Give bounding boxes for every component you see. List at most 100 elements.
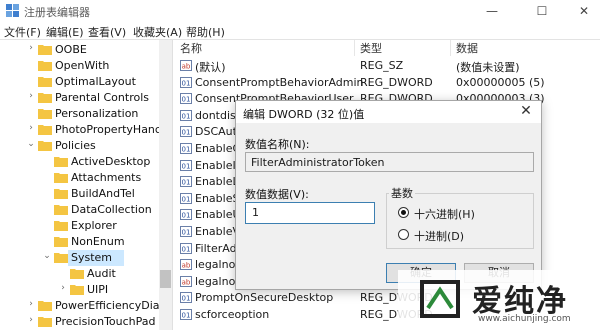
- tree-item-label: PowerEfficiencyDiag: [55, 299, 167, 312]
- string-value-icon: ab: [180, 60, 192, 71]
- tree-item[interactable]: Attachments: [0, 170, 160, 186]
- svg-text:ab: ab: [182, 262, 191, 270]
- string-value-icon: ab: [180, 275, 192, 287]
- value-name-field: FilterAdministratorToken: [245, 152, 534, 172]
- tree-item[interactable]: › PrecisionTouchPad: [0, 314, 160, 330]
- column-divider[interactable]: [354, 40, 355, 56]
- binary-value-icon: 01: [180, 292, 192, 304]
- tree-item[interactable]: ⌄ Policies: [0, 138, 160, 154]
- tree-item-label: Parental Controls: [55, 91, 149, 104]
- expand-arrow-icon[interactable]: ›: [26, 315, 36, 325]
- tree-item[interactable]: ⌄ System: [0, 250, 160, 266]
- tree-item[interactable]: › Parental Controls: [0, 90, 160, 106]
- hex-radio-label[interactable]: 十六进制(H): [414, 206, 475, 222]
- collapse-arrow-icon[interactable]: ⌄: [26, 139, 36, 149]
- tree-item[interactable]: OpenWith: [0, 58, 160, 74]
- regedit-icon: [6, 4, 19, 17]
- folder-icon: [54, 253, 68, 263]
- tree-item-label: UIPI: [87, 283, 109, 296]
- value-data: 0x00000005 (5): [456, 75, 545, 89]
- tree-item[interactable]: OptimalLayout: [0, 74, 160, 90]
- tree-item[interactable]: Explorer: [0, 218, 160, 234]
- tree-item-label: NonEnum: [71, 235, 125, 248]
- site-watermark: 爱纯净 www.aichunjing.com: [398, 270, 600, 330]
- tree-item-label: Explorer: [71, 219, 117, 232]
- svg-text:ab: ab: [182, 278, 191, 286]
- expand-arrow-icon[interactable]: ›: [58, 283, 68, 293]
- value-row[interactable]: ab (默认) REG_SZ (数值未设置): [174, 58, 600, 74]
- key-tree[interactable]: › OOBE OpenWith OptimalLayout › Parental Cont…: [0, 40, 173, 330]
- close-button[interactable]: ✕: [562, 0, 600, 22]
- folder-icon: [54, 157, 68, 167]
- tree-item-label: Policies: [55, 139, 96, 152]
- window-title: 注册表编辑器: [24, 6, 90, 19]
- svg-text:01: 01: [182, 229, 191, 237]
- value-name: (默认): [195, 61, 226, 74]
- tree-item-label: PhotoPropertyHanc: [55, 123, 161, 136]
- tree-item[interactable]: ActiveDesktop: [0, 154, 160, 170]
- maximize-button[interactable]: ☐: [520, 0, 564, 22]
- hex-radio[interactable]: [398, 207, 409, 218]
- dialog-close-icon[interactable]: ✕: [517, 103, 535, 119]
- svg-text:01: 01: [182, 79, 191, 87]
- svg-text:01: 01: [182, 162, 191, 170]
- binary-value-icon: 01: [180, 143, 192, 154]
- tree-item[interactable]: › PowerEfficiencyDiag: [0, 298, 166, 314]
- folder-icon: [54, 237, 68, 247]
- tree-item[interactable]: NonEnum: [0, 234, 160, 250]
- value-name: scforceoption: [195, 308, 270, 321]
- menu-favorites[interactable]: 收藏夹(A): [133, 24, 182, 40]
- tree-item-label: OptimalLayout: [55, 75, 136, 88]
- menu-file[interactable]: 文件(F): [4, 24, 41, 40]
- svg-text:01: 01: [182, 146, 191, 154]
- folder-icon: [38, 317, 52, 327]
- folder-icon: [54, 173, 68, 183]
- folder-icon: [38, 141, 52, 151]
- folder-icon: [38, 93, 52, 103]
- menu-view[interactable]: 查看(V): [88, 24, 126, 40]
- collapse-arrow-icon[interactable]: ⌄: [42, 251, 52, 261]
- binary-value-icon: 01: [180, 176, 192, 188]
- svg-text:01: 01: [182, 179, 191, 187]
- tree-item[interactable]: DataCollection: [0, 202, 160, 218]
- value-row[interactable]: 01 ConsentPromptBehaviorAdmin REG_DWORD 0x0…: [174, 75, 600, 91]
- tree-item[interactable]: › PhotoPropertyHanc: [0, 122, 161, 138]
- string-value-icon: ab: [180, 259, 192, 271]
- tree-item-label: OpenWith: [55, 59, 110, 72]
- expand-arrow-icon[interactable]: ›: [26, 43, 36, 53]
- svg-text:01: 01: [182, 295, 191, 303]
- decimal-radio-label[interactable]: 十进制(D): [414, 228, 464, 244]
- binary-value-icon: 01: [180, 226, 192, 237]
- tree-item-label: DataCollection: [71, 203, 152, 216]
- value-data-input[interactable]: 1: [245, 202, 375, 224]
- minimize-button[interactable]: —: [470, 0, 514, 22]
- binary-value-icon: 01: [180, 159, 192, 171]
- column-divider[interactable]: [450, 40, 451, 56]
- folder-icon: [54, 221, 68, 231]
- column-header-type[interactable]: 类型: [360, 40, 382, 56]
- tree-item[interactable]: › OOBE: [0, 42, 160, 58]
- expand-arrow-icon[interactable]: ›: [26, 123, 36, 133]
- folder-icon: [38, 109, 52, 119]
- decimal-radio[interactable]: [398, 229, 409, 240]
- tree-item[interactable]: Personalization: [0, 106, 160, 122]
- menu-edit[interactable]: 编辑(E): [46, 24, 84, 40]
- tree-scrollbar-thumb[interactable]: [160, 270, 171, 288]
- value-name-label: 数值名称(N):: [245, 138, 310, 151]
- edit-dword-dialog: 编辑 DWORD (32 位)值 ✕ 数值名称(N): FilterAdmini…: [235, 100, 542, 290]
- tree-item[interactable]: Audit: [0, 266, 160, 282]
- expand-arrow-icon[interactable]: ›: [26, 91, 36, 101]
- menu-help[interactable]: 帮助(H): [186, 24, 225, 40]
- tree-item-label: ActiveDesktop: [71, 155, 151, 168]
- binary-value-icon: 01: [180, 309, 192, 320]
- binary-value-icon: 01: [180, 242, 192, 254]
- tree-item[interactable]: › UIPI: [0, 282, 160, 298]
- menu-bar: 文件(F) 编辑(E) 查看(V) 收藏夹(A) 帮助(H): [0, 22, 600, 40]
- column-header-data[interactable]: 数据: [456, 40, 478, 56]
- folder-icon: [38, 125, 52, 135]
- tree-item[interactable]: BuildAndTel: [0, 186, 160, 202]
- folder-icon: [54, 189, 68, 199]
- column-header-name[interactable]: 名称: [180, 40, 202, 56]
- expand-arrow-icon[interactable]: ›: [26, 299, 36, 309]
- svg-text:01: 01: [182, 96, 191, 104]
